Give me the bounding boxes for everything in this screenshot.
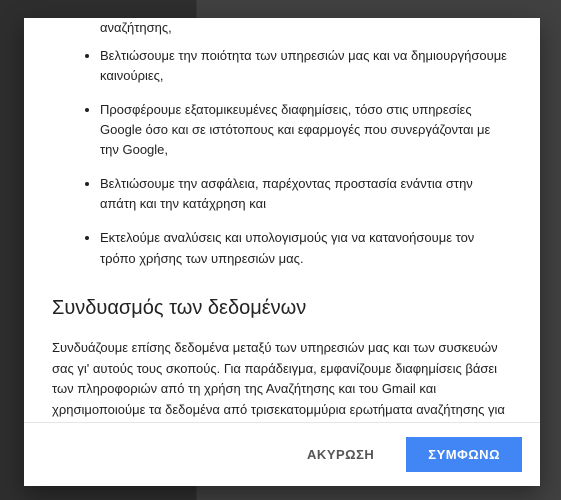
agree-button[interactable]: ΣΥΜΦΩΝΩ — [406, 437, 522, 472]
purpose-bullet-list: Βελτιώσουμε την ποιότητα των υπηρεσιών μ… — [52, 46, 512, 269]
section-heading-data-combination: Συνδυασμός των δεδομένων — [52, 297, 512, 320]
partial-cutoff-text: αναζήτησης, — [52, 18, 512, 38]
cancel-button[interactable]: ΑΚΥΡΩΣΗ — [285, 437, 396, 472]
section-body-text: Συνδυάζουμε επίσης δεδομένα μεταξύ των υ… — [52, 338, 512, 422]
dialog-action-bar: ΑΚΥΡΩΣΗ ΣΥΜΦΩΝΩ — [24, 422, 540, 486]
bullet-item: Προσφέρουμε εξατομικευμένες διαφημίσεις,… — [100, 100, 512, 160]
bullet-item: Εκτελούμε αναλύσεις και υπολογισμούς για… — [100, 228, 512, 268]
bullet-item: Βελτιώσουμε την ποιότητα των υπηρεσιών μ… — [100, 46, 512, 86]
consent-dialog: αναζήτησης, Βελτιώσουμε την ποιότητα των… — [24, 18, 540, 486]
bullet-item: Βελτιώσουμε την ασφάλεια, παρέχοντας προ… — [100, 174, 512, 214]
dialog-scroll-area[interactable]: αναζήτησης, Βελτιώσουμε την ποιότητα των… — [24, 18, 540, 422]
